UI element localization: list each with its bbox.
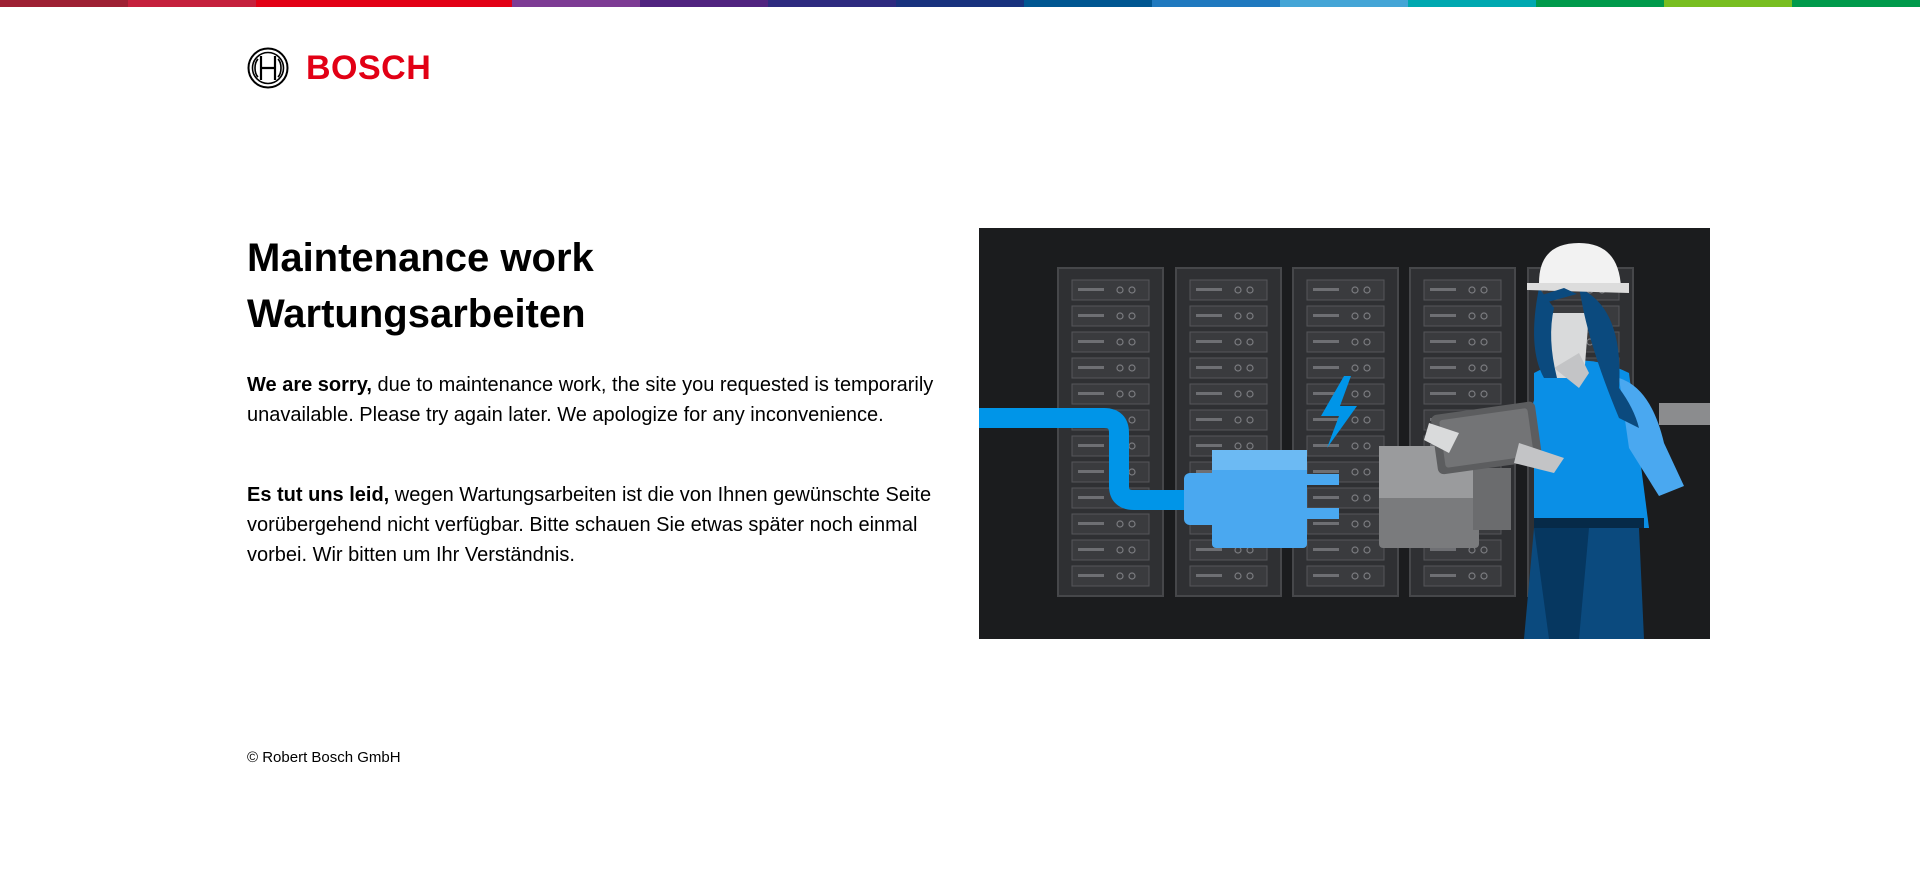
page-title: Maintenance work Wartungsarbeiten xyxy=(247,230,594,342)
server-unit-slot xyxy=(1078,470,1104,473)
server-unit-slot xyxy=(1313,470,1339,473)
supergraphic-segment xyxy=(896,0,1024,7)
message-english: We are sorry, due to maintenance work, t… xyxy=(247,370,967,430)
server-unit-slot xyxy=(1313,418,1339,421)
server-unit-slot xyxy=(1196,444,1222,447)
server-unit-slot xyxy=(1078,366,1104,369)
server-unit-slot xyxy=(1313,314,1339,317)
server-unit-slot xyxy=(1078,522,1104,525)
title-german: Wartungsarbeiten xyxy=(247,292,586,336)
maintenance-illustration xyxy=(979,228,1710,639)
supergraphic-segment xyxy=(1408,0,1536,7)
server-unit-slot xyxy=(1313,340,1339,343)
supergraphic-segment xyxy=(1792,0,1920,7)
server-unit-slot xyxy=(1078,548,1104,551)
supergraphic-segment xyxy=(1280,0,1408,7)
server-unit-slot xyxy=(1078,444,1104,447)
server-unit-slot xyxy=(1430,366,1456,369)
server-unit-slot xyxy=(1430,574,1456,577)
server-unit-slot xyxy=(1196,288,1222,291)
server-unit-slot xyxy=(1078,574,1104,577)
server-unit-slot xyxy=(1196,574,1222,577)
supergraphic-segment xyxy=(1024,0,1152,7)
brand-supergraphic-bar xyxy=(0,0,1920,7)
bosch-logo[interactable]: BOSCH xyxy=(247,47,431,89)
message-german-lead: Es tut uns leid, xyxy=(247,484,390,506)
server-unit-slot xyxy=(1430,548,1456,551)
footer-copyright: © Robert Bosch GmbH xyxy=(247,749,401,766)
server-rack-maintenance-illustration xyxy=(979,243,1710,639)
server-unit-slot xyxy=(1078,314,1104,317)
message-english-lead: We are sorry, xyxy=(247,374,372,396)
server-unit-slot xyxy=(1313,288,1339,291)
server-unit-slot xyxy=(1430,340,1456,343)
bosch-armature-icon xyxy=(247,47,289,89)
server-unit-slot xyxy=(1313,522,1339,525)
server-unit-slot xyxy=(1078,340,1104,343)
server-unit-slot xyxy=(1430,288,1456,291)
server-unit-slot xyxy=(1313,444,1339,447)
supergraphic-segment xyxy=(128,0,256,7)
server-unit-slot xyxy=(1430,314,1456,317)
server-unit-slot xyxy=(1196,548,1222,551)
server-unit-slot xyxy=(1078,288,1104,291)
supergraphic-segment xyxy=(1664,0,1792,7)
server-unit-slot xyxy=(1196,392,1222,395)
supergraphic-segment xyxy=(256,0,384,7)
supergraphic-segment xyxy=(384,0,512,7)
server-unit-slot xyxy=(1196,340,1222,343)
supergraphic-segment xyxy=(1152,0,1280,7)
server-unit-slot xyxy=(1078,496,1104,499)
title-english: Maintenance work xyxy=(247,236,594,280)
message-german: Es tut uns leid, wegen Wartungsarbeiten … xyxy=(247,480,967,570)
server-unit-slot xyxy=(1430,392,1456,395)
supergraphic-segment xyxy=(768,0,896,7)
supergraphic-segment xyxy=(512,0,640,7)
supergraphic-segment xyxy=(1536,0,1664,7)
server-unit-slot xyxy=(1313,496,1339,499)
server-unit-slot xyxy=(1313,574,1339,577)
server-unit-slot xyxy=(1078,392,1104,395)
server-unit-slot xyxy=(1196,366,1222,369)
supergraphic-segment xyxy=(640,0,768,7)
supergraphic-segment xyxy=(0,0,128,7)
bosch-wordmark: BOSCH xyxy=(306,49,432,87)
server-unit-slot xyxy=(1313,366,1339,369)
server-unit-slot xyxy=(1196,314,1222,317)
server-unit-slot xyxy=(1196,418,1222,421)
server-unit-slot xyxy=(1313,548,1339,551)
